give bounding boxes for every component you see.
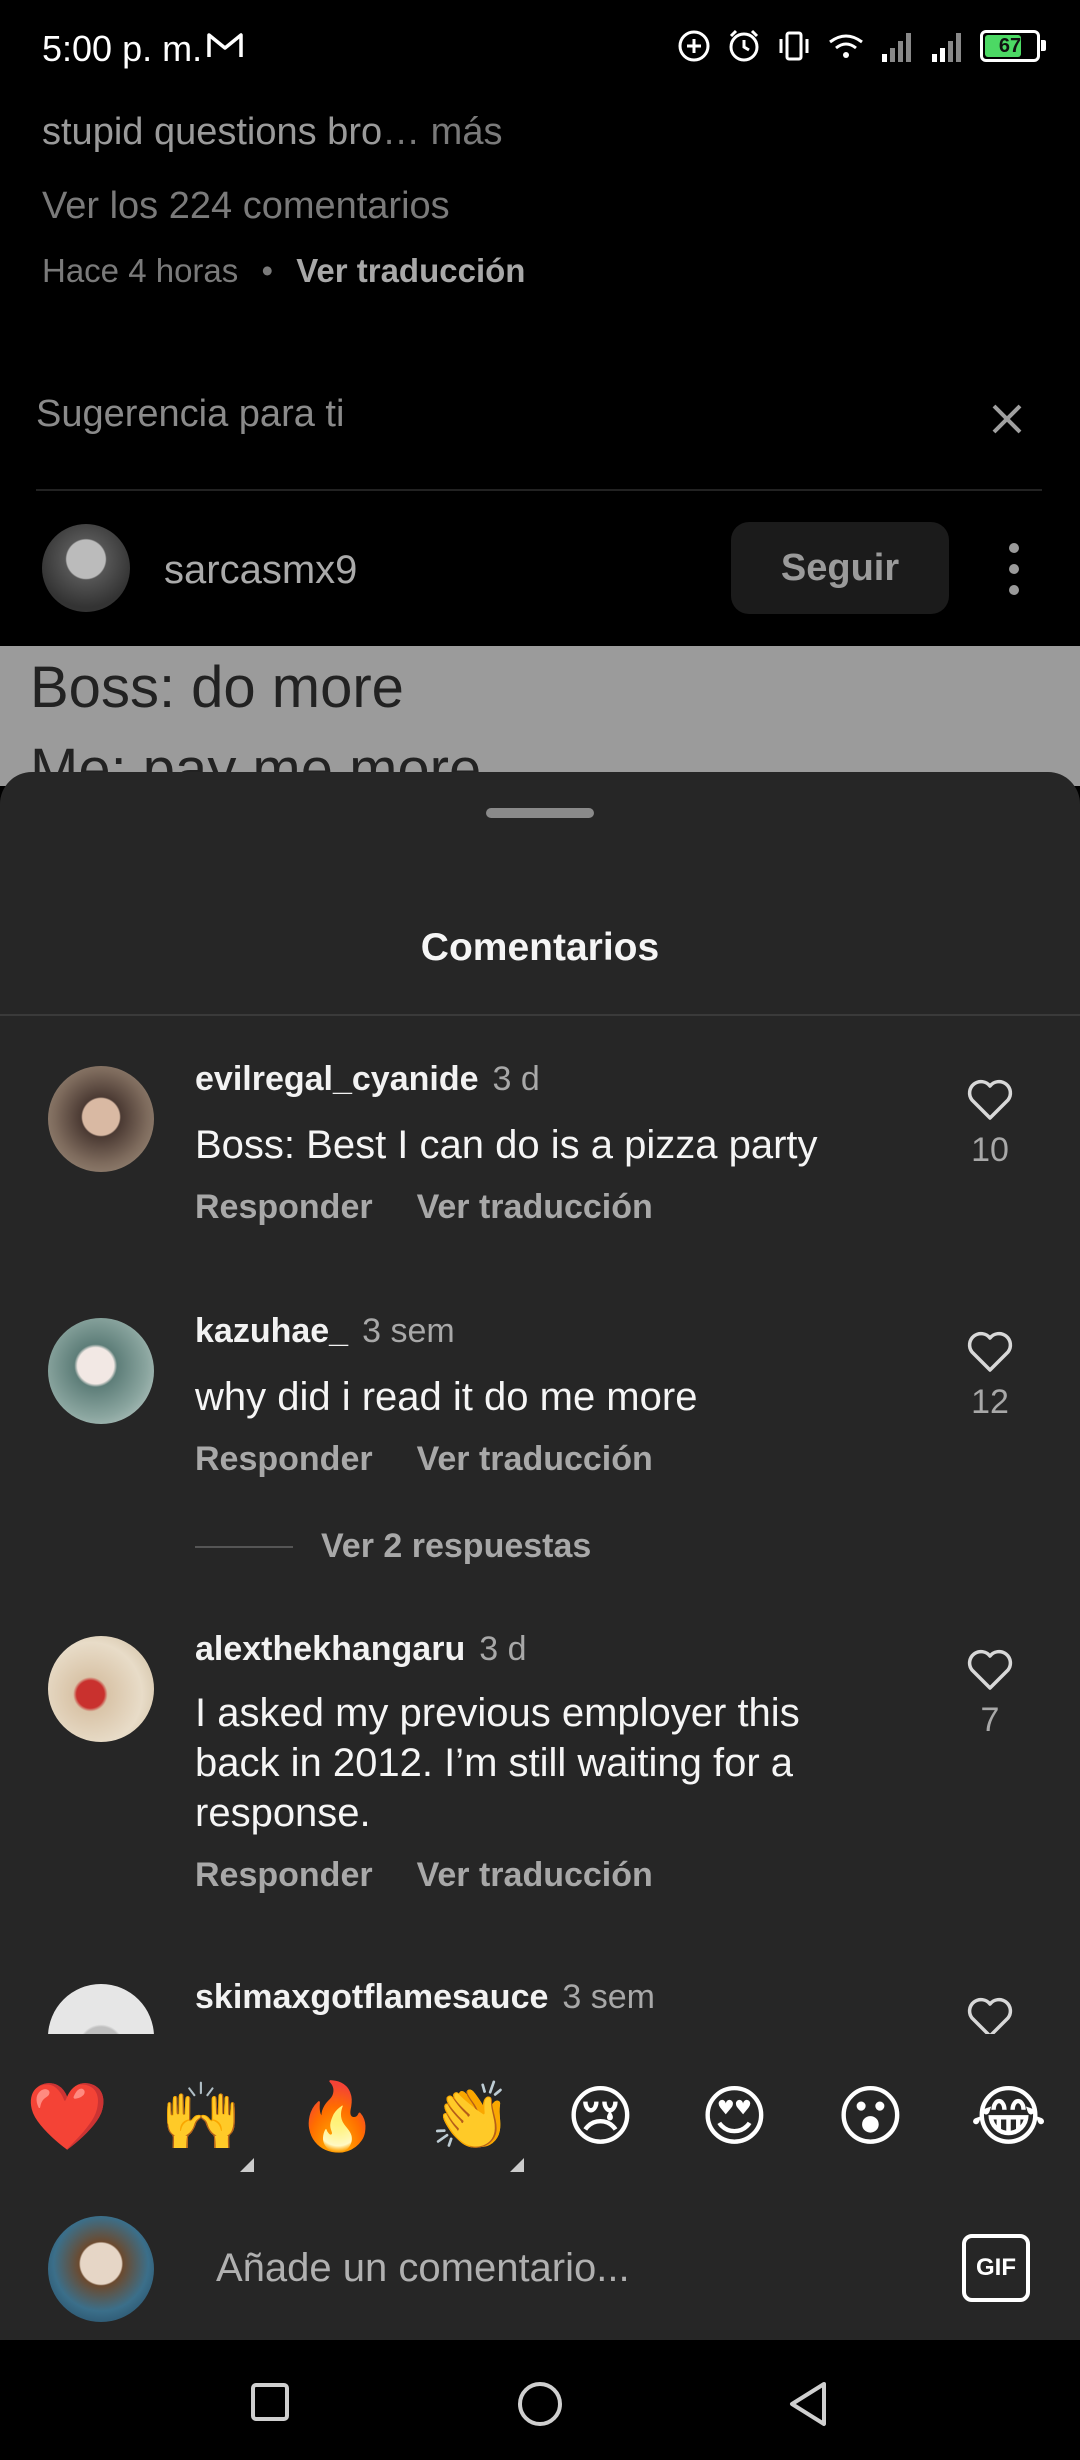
emoji-crying[interactable]: 😢	[566, 2078, 635, 2155]
back-triangle-icon[interactable]	[786, 2380, 830, 2428]
commenter-avatar[interactable]	[48, 1318, 154, 1424]
like-count: 7	[980, 1701, 1000, 1739]
current-user-avatar	[48, 2216, 154, 2322]
suggestion-title: Sugerencia para ti	[36, 393, 345, 435]
data-saver-icon	[678, 30, 710, 62]
post-caption[interactable]: stupid questions bro… más	[42, 108, 502, 156]
commenter-avatar[interactable]	[48, 1636, 154, 1742]
skin-tone-indicator	[240, 2158, 254, 2172]
comment-time: 3 sem	[562, 1978, 655, 2016]
like-count: 12	[971, 1383, 1009, 1421]
emoji-surprised[interactable]: 😮	[836, 2078, 905, 2155]
like-control[interactable]: 12	[960, 1330, 1020, 1422]
emoji-clapping[interactable]: 👏	[430, 2078, 512, 2156]
comment-text: why did i read it do me more	[195, 1375, 698, 1419]
translate-button[interactable]: Ver traducción	[417, 1188, 653, 1226]
recents-square-icon[interactable]	[250, 2382, 290, 2422]
sheet-title: Comentarios	[420, 926, 660, 969]
comment-text: I asked my previous employer this back i…	[195, 1691, 800, 1835]
close-icon[interactable]	[990, 402, 1024, 436]
comment-input[interactable]: Añade un comentario...	[216, 2246, 630, 2291]
post-image[interactable]: Boss: do more Me: pay me more	[0, 646, 1080, 786]
battery-level: 67	[998, 34, 1022, 57]
comment-time: 3 d	[479, 1630, 527, 1668]
suggested-username[interactable]: sarcasmx9	[164, 548, 357, 593]
reply-button[interactable]: Responder	[195, 1188, 373, 1226]
comment-actions: Responder Ver traducción	[195, 1188, 653, 1227]
meta-separator: •	[261, 252, 274, 289]
meme-line-1: Boss: do more	[30, 655, 404, 720]
like-control[interactable]: 10	[960, 1078, 1020, 1170]
caption-more-link[interactable]: … más	[382, 111, 502, 153]
view-replies-label: Ver 2 respuestas	[321, 1527, 592, 1565]
gif-button[interactable]: GIF	[962, 2234, 1030, 2302]
wifi-icon	[829, 34, 863, 58]
commenter-avatar[interactable]	[48, 1066, 154, 1172]
emoji-raised-hands[interactable]: 🙌	[160, 2078, 242, 2156]
heart-outline-icon[interactable]	[965, 1330, 1015, 1374]
commenter-avatar[interactable]	[48, 1984, 154, 2038]
comment-actions: Responder Ver traducción	[195, 1856, 653, 1895]
post-time: Hace 4 horas	[42, 252, 239, 289]
battery-indicator: 67	[980, 30, 1046, 62]
signal-icon-2	[932, 33, 961, 62]
like-count: 10	[971, 1131, 1009, 1169]
skin-tone-indicator	[510, 2158, 524, 2172]
replies-line	[195, 1545, 293, 1548]
mail-icon	[207, 33, 243, 57]
signal-icon-1	[882, 33, 911, 62]
suggested-profile-avatar[interactable]	[42, 524, 130, 612]
comment-item: skimaxgotflamesauce 3 sem	[0, 1978, 1080, 2038]
post-translate-link[interactable]: Ver traducción	[296, 252, 525, 289]
like-control[interactable]	[960, 1996, 1020, 2038]
emoji-heart[interactable]: ❤️	[26, 2078, 108, 2156]
follow-button[interactable]: Seguir	[731, 522, 949, 614]
heart-outline-icon[interactable]	[965, 1078, 1015, 1122]
more-vertical-icon[interactable]	[1004, 542, 1024, 596]
comment-username[interactable]: skimaxgotflamesauce 3 sem	[195, 1978, 655, 2017]
home-circle-icon[interactable]	[516, 2380, 564, 2428]
alarm-icon	[729, 29, 759, 62]
comment-time: 3 sem	[362, 1312, 455, 1350]
sheet-divider	[0, 1014, 1080, 1016]
post-meta: Hace 4 horas • Ver traducción	[42, 252, 525, 290]
comment-text: Boss: Best I can do is a pizza party	[195, 1123, 818, 1167]
translate-button[interactable]: Ver traducción	[417, 1440, 653, 1478]
heart-outline-icon[interactable]	[965, 1996, 1015, 2038]
reply-button[interactable]: Responder	[195, 1440, 373, 1478]
emoji-joy[interactable]: 😂	[970, 2078, 1047, 2155]
comment-username[interactable]: alexthekhangaru 3 d	[195, 1630, 526, 1669]
heart-outline-icon[interactable]	[965, 1648, 1015, 1692]
sheet-drag-handle[interactable]	[486, 808, 594, 818]
translate-button[interactable]: Ver traducción	[417, 1856, 653, 1894]
comment-time: 3 d	[492, 1060, 540, 1098]
status-bar: 5:00 p. m. 67	[0, 0, 1080, 100]
like-control[interactable]: 7	[960, 1648, 1020, 1740]
suggestion-divider	[36, 489, 1042, 491]
comment-username[interactable]: kazuhae_ 3 sem	[195, 1312, 455, 1351]
reply-button[interactable]: Responder	[195, 1856, 373, 1894]
comment-username[interactable]: evilregal_cyanide 3 d	[195, 1060, 540, 1099]
emoji-heart-eyes[interactable]: 😍	[700, 2078, 769, 2155]
view-all-comments-link[interactable]: Ver los 224 comentarios	[42, 185, 450, 228]
system-nav-bar	[0, 2340, 1080, 2460]
view-replies-button[interactable]: Ver 2 respuestas	[195, 1527, 591, 1566]
emoji-fire[interactable]: 🔥	[296, 2078, 378, 2156]
comment-actions: Responder Ver traducción	[195, 1440, 653, 1479]
status-icons: 67	[676, 28, 1046, 64]
post-caption-text: stupid questions bro	[42, 111, 383, 153]
vibrate-icon	[779, 31, 809, 61]
status-time: 5:00 p. m.	[42, 28, 203, 69]
